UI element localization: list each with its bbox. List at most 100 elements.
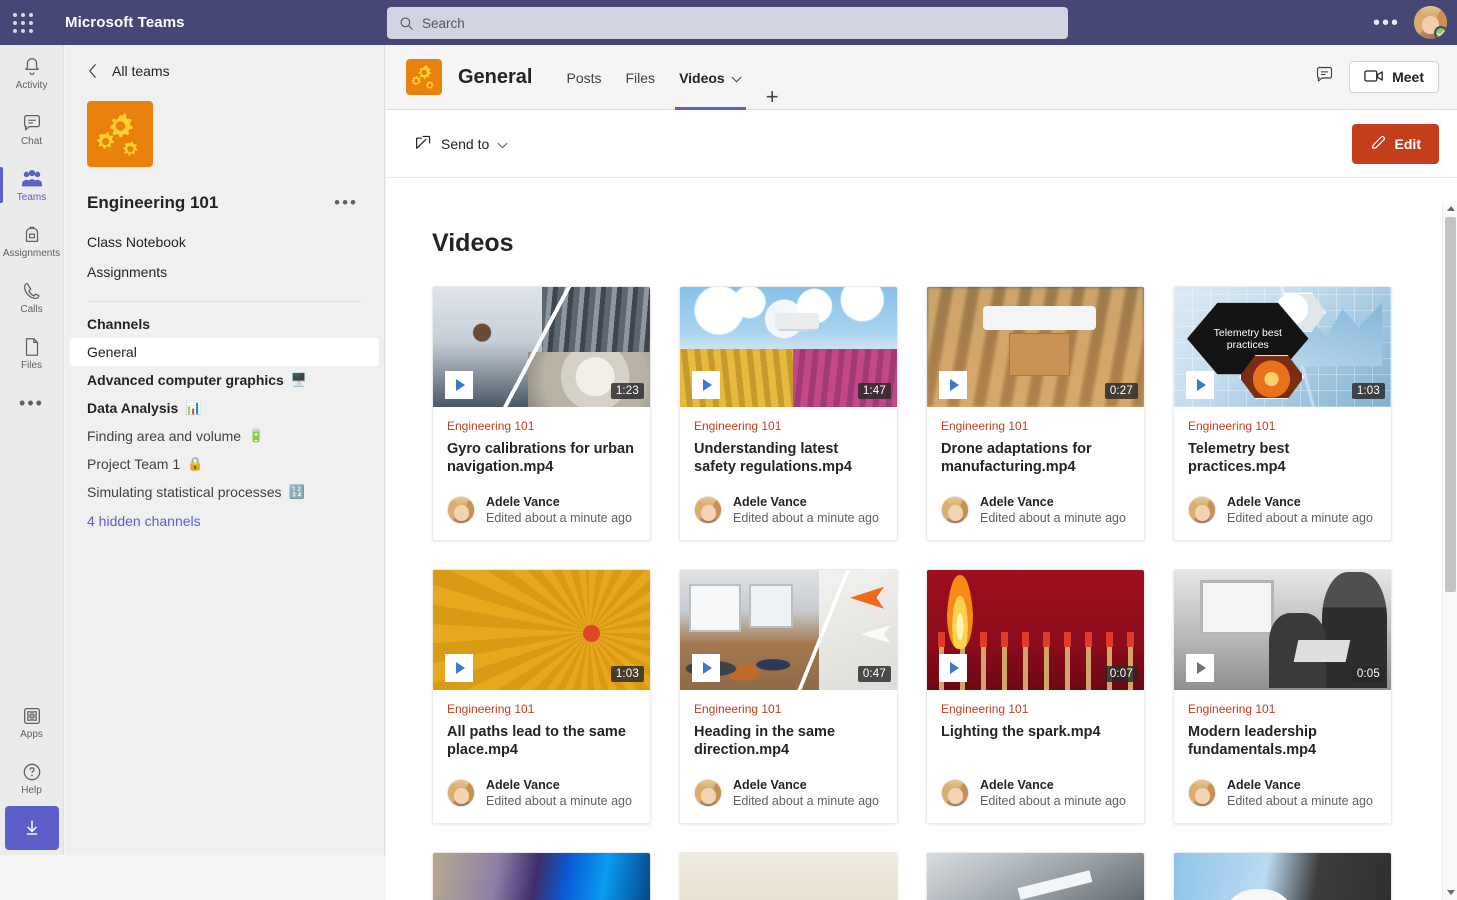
play-button[interactable]	[445, 371, 473, 399]
video-card[interactable]: 1:47 Engineering 101 Understanding lates…	[679, 286, 898, 541]
sidebar-item-channel-data-analysis[interactable]: Data Analysis 📊	[65, 394, 384, 422]
video-thumbnail[interactable]: Telemetry best practices 1:03	[1174, 287, 1391, 407]
app-launcher-icon[interactable]	[0, 13, 46, 33]
people-icon	[20, 168, 44, 190]
rail-more-button[interactable]: •••	[0, 381, 64, 425]
video-author: Adele Vance	[486, 494, 632, 510]
sidebar-item-chat[interactable]: Chat	[0, 101, 64, 157]
video-card[interactable]	[926, 852, 1145, 900]
gears-icon	[87, 101, 153, 167]
scroll-down-button[interactable]	[1443, 885, 1457, 900]
avatar	[447, 496, 475, 524]
tab-posts[interactable]: Posts	[554, 46, 613, 110]
input-numbers-icon: 🔢	[289, 484, 305, 500]
sidebar-item-class-notebook[interactable]: Class Notebook	[65, 227, 384, 257]
chevron-down-icon[interactable]	[731, 70, 742, 86]
sidebar-item-label: Teams	[17, 192, 46, 203]
video-thumbnail[interactable]	[680, 853, 897, 900]
pencil-icon	[1370, 134, 1387, 154]
sidebar-item-channel-project-team-1[interactable]: Project Team 1 🔒	[65, 450, 384, 478]
video-author: Adele Vance	[733, 777, 879, 793]
sidebar-item-files[interactable]: Files	[0, 325, 64, 381]
sidebar-item-assignments[interactable]: Assignments	[0, 213, 64, 269]
video-card[interactable]: 0:47 Engineering 101 Heading in the same…	[679, 569, 898, 824]
tab-files[interactable]: Files	[614, 46, 668, 110]
video-title: Telemetry best practices.mp4	[1188, 440, 1377, 476]
hidden-channels-link[interactable]: 4 hidden channels	[65, 506, 384, 529]
video-card[interactable]: 0:05 Engineering 101 Modern leadership f…	[1173, 569, 1392, 824]
all-teams-label: All teams	[112, 63, 170, 79]
play-button[interactable]	[939, 654, 967, 682]
sidebar-item-label: Help	[21, 785, 42, 796]
sidebar-item-assignments-link[interactable]: Assignments	[65, 257, 384, 287]
video-card[interactable]	[432, 852, 651, 900]
video-duration: 1:47	[858, 383, 891, 399]
send-to-label: Send to	[441, 136, 489, 152]
sidebar-item-channel-finding-area-and-volume[interactable]: Finding area and volume 🔋	[65, 422, 384, 450]
play-button[interactable]	[692, 654, 720, 682]
search-input[interactable]: Search	[387, 7, 1068, 39]
team-more-button[interactable]: •••	[330, 195, 362, 211]
video-thumbnail[interactable]: 0:27	[927, 287, 1144, 407]
sidebar-item-help[interactable]: Help	[0, 750, 64, 806]
play-button[interactable]	[939, 371, 967, 399]
avatar[interactable]	[1414, 6, 1447, 39]
avatar	[941, 779, 969, 807]
video-thumbnail[interactable]	[1174, 853, 1391, 900]
video-thumbnail[interactable]: 0:47	[680, 570, 897, 690]
tab-videos[interactable]: Videos	[667, 46, 754, 110]
chat-bubble-icon[interactable]	[1314, 64, 1335, 90]
avatar	[694, 779, 722, 807]
video-thumbnail[interactable]: 0:07	[927, 570, 1144, 690]
sidebar-item-channel-advanced-computer-graphics[interactable]: Advanced computer graphics 🖥️	[65, 366, 384, 394]
edit-button[interactable]: Edit	[1352, 124, 1439, 164]
video-author: Adele Vance	[980, 777, 1126, 793]
top-more-button[interactable]: •••	[1365, 12, 1408, 34]
sidebar-item-calls[interactable]: Calls	[0, 269, 64, 325]
play-button[interactable]	[445, 654, 473, 682]
sidebar-item-apps[interactable]: Apps	[0, 694, 64, 750]
tab-label: Files	[626, 70, 656, 86]
send-to-button[interactable]: Send to	[406, 127, 516, 161]
video-duration: 1:23	[611, 383, 644, 399]
team-avatar	[87, 101, 153, 167]
sidebar-item-channel-simulating-statistical-processes[interactable]: Simulating statistical processes 🔢	[65, 478, 384, 506]
download-app-button[interactable]	[5, 806, 59, 850]
all-teams-back-button[interactable]: All teams	[65, 45, 384, 79]
sidebar-item-activity[interactable]: Activity	[0, 45, 64, 101]
channel-team-icon	[406, 59, 442, 95]
presence-badge	[1434, 26, 1447, 39]
scroll-up-button[interactable]	[1443, 201, 1457, 216]
play-button[interactable]	[692, 371, 720, 399]
play-button[interactable]	[1186, 654, 1214, 682]
avatar	[447, 779, 475, 807]
video-thumbnail[interactable]	[433, 853, 650, 900]
video-author-row: Adele Vance Edited about a minute ago	[941, 777, 1130, 809]
channel-label: Finding area and volume	[87, 428, 241, 444]
video-thumbnail[interactable]: 0:05	[1174, 570, 1391, 690]
video-title: Gyro calibrations for urban navigation.m…	[447, 440, 636, 476]
content-scrollbar[interactable]	[1442, 201, 1457, 900]
play-button[interactable]	[1186, 371, 1214, 399]
video-thumbnail[interactable]	[927, 853, 1144, 900]
meet-button[interactable]: Meet	[1349, 61, 1439, 93]
video-modified: Edited about a minute ago	[486, 510, 632, 526]
video-thumbnail[interactable]: 1:03	[433, 570, 650, 690]
video-card[interactable]: 0:07 Engineering 101 Lighting the spark.…	[926, 569, 1145, 824]
search-bar[interactable]: Search	[387, 7, 1068, 39]
video-thumbnail[interactable]: 1:47	[680, 287, 897, 407]
video-card[interactable]	[1173, 852, 1392, 900]
add-tab-button[interactable]: +	[754, 84, 791, 110]
video-card[interactable]: 0:27 Engineering 101 Drone adaptations f…	[926, 286, 1145, 541]
scrollbar-thumb[interactable]	[1445, 217, 1456, 592]
sidebar-item-label: Calls	[20, 304, 42, 315]
video-thumbnail[interactable]: 1:23	[433, 287, 650, 407]
top-bar-right: •••	[1365, 0, 1447, 45]
edit-label: Edit	[1395, 136, 1421, 152]
video-card[interactable]: 1:23 Engineering 101 Gyro calibrations f…	[432, 286, 651, 541]
video-card[interactable]: Telemetry best practices 1:03 Engineerin…	[1173, 286, 1392, 541]
video-card[interactable]: 1:03 Engineering 101 All paths lead to t…	[432, 569, 651, 824]
sidebar-item-teams[interactable]: Teams	[0, 157, 64, 213]
video-card[interactable]	[679, 852, 898, 900]
sidebar-item-channel-general[interactable]: General	[70, 338, 379, 366]
